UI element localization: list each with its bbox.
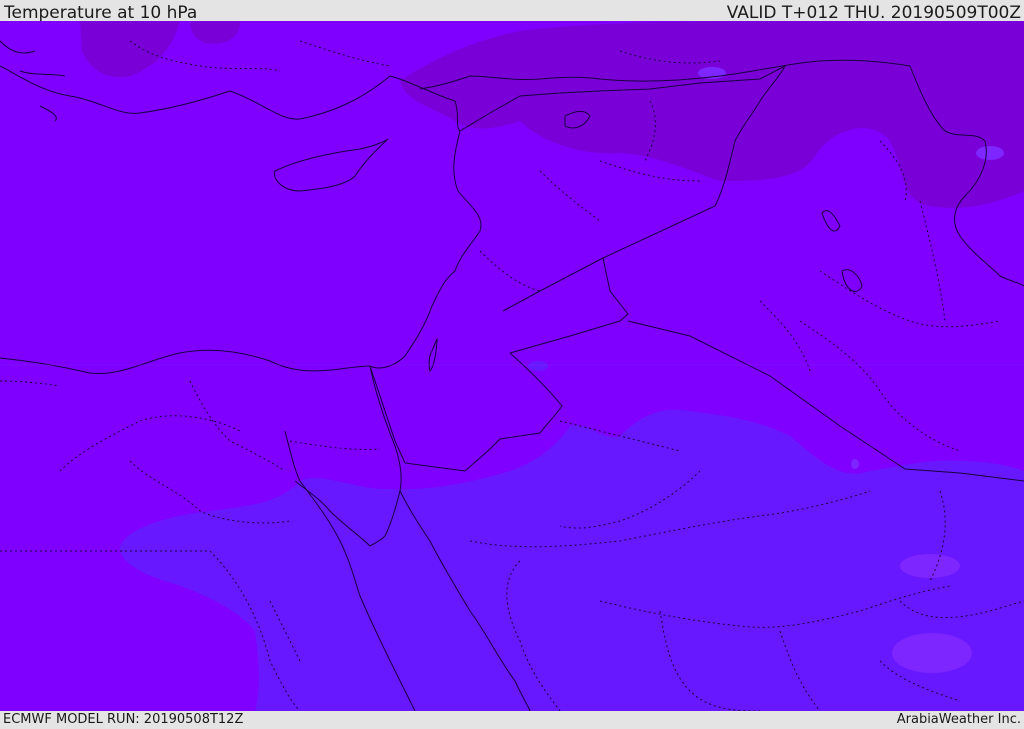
valid-time-label: VALID T+012 THU. 20190509T00Z [726, 3, 1021, 23]
map-canvas [0, 21, 1024, 711]
model-run-label: ECMWF MODEL RUN: 20190508T12Z [3, 712, 244, 727]
header-bar: Temperature at 10 hPa VALID T+012 THU. 2… [0, 0, 1024, 23]
map-title: Temperature at 10 hPa [4, 3, 198, 23]
field-spot [976, 146, 1004, 160]
weather-map[interactable] [0, 21, 1024, 711]
footer-bar: ECMWF MODEL RUN: 20190508T12Z ArabiaWeat… [0, 711, 1024, 729]
credit-label: ArabiaWeather Inc. [896, 712, 1021, 727]
field-spot [892, 633, 972, 673]
field-spot [900, 554, 960, 578]
field-spot [851, 459, 859, 469]
field-spot [528, 361, 548, 371]
